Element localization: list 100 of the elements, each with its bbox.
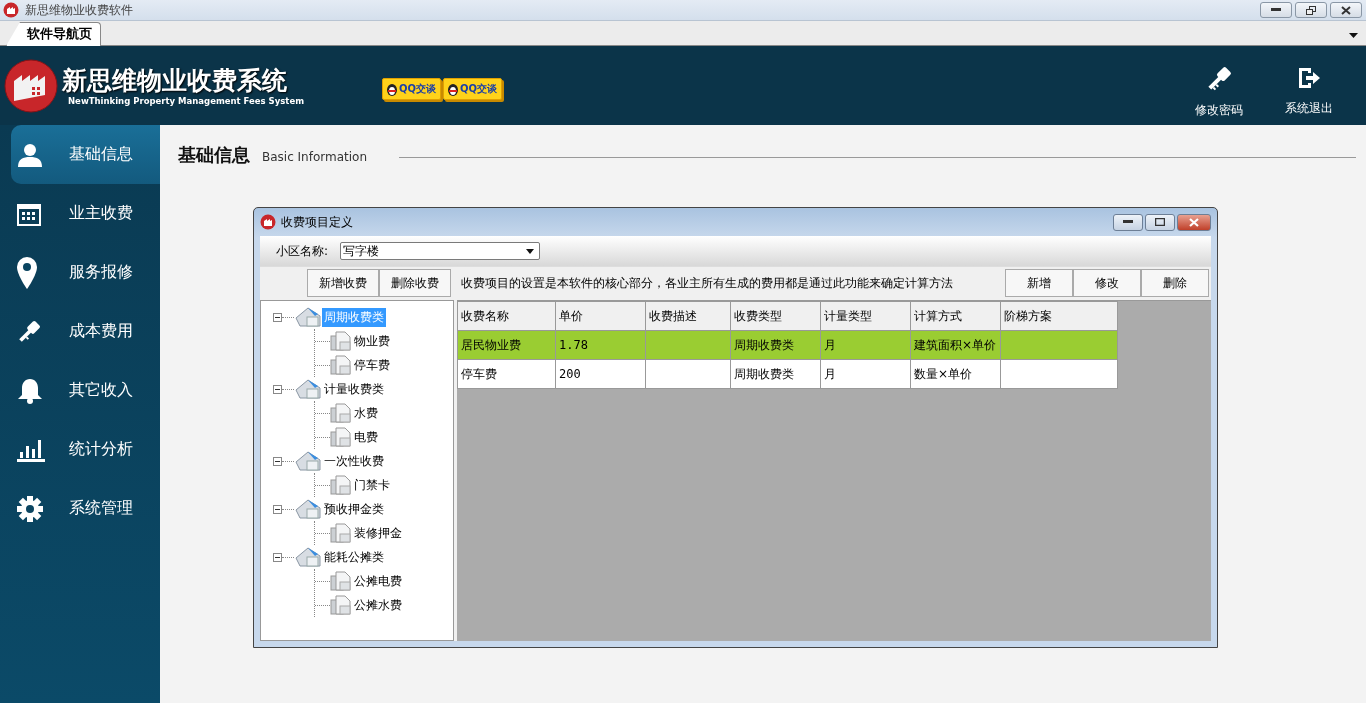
column-header[interactable]: 计算方式 [910, 301, 1001, 331]
restore-icon [1306, 5, 1316, 15]
toolbar-button[interactable]: 修改 [1073, 269, 1141, 297]
folder-icon [294, 450, 322, 472]
document-icon [330, 475, 352, 495]
maximize-icon [1155, 218, 1165, 226]
tree-item[interactable]: 计量收费类 [322, 379, 386, 399]
sidebar-item[interactable]: 系统管理 [11, 479, 160, 538]
table-cell: 200 [555, 359, 646, 389]
tree-item[interactable]: 装修押金 [352, 523, 404, 543]
table-cell: 月 [820, 330, 911, 360]
sidebar-item[interactable]: 统计分析 [11, 420, 160, 479]
restore-button[interactable] [1295, 2, 1327, 18]
minimize-icon [1271, 8, 1281, 12]
tree-item[interactable]: 能耗公摊类 [322, 547, 386, 567]
key-icon [1206, 66, 1232, 92]
section-title: 基础信息 [178, 143, 250, 167]
tab[interactable]: 软件导航页 [6, 22, 101, 46]
folder-icon [294, 306, 322, 328]
dropdown-arrow-icon[interactable] [1349, 33, 1358, 38]
table-cell: 周期收费类 [730, 330, 821, 360]
table-cell: 数量×单价 [910, 359, 1001, 389]
document-icon [330, 523, 352, 543]
location-pin-icon [17, 256, 37, 289]
hint-text: 收费项目的设置是本软件的核心部分，各业主所有生成的费用都是通过此功能来确定计算方法 [461, 274, 953, 292]
collapse-toggle-icon[interactable] [273, 384, 282, 394]
table-cell: 1.78 [555, 330, 646, 360]
toolbar-button[interactable]: 新增收费 [307, 269, 379, 297]
document-icon [330, 331, 352, 351]
tree-item[interactable]: 公摊电费 [352, 571, 404, 591]
window-title: 新思维物业收费软件 [25, 1, 134, 19]
folder-icon [294, 546, 322, 568]
app-logo-icon [260, 214, 276, 230]
tree-item[interactable]: 公摊水费 [352, 595, 404, 615]
table-cell: 建筑面积×单价 [910, 330, 1001, 360]
table-row[interactable]: 居民物业费 1.78 周期收费类 月 建筑面积×单价 [457, 330, 1118, 360]
tree-item[interactable]: 门禁卡 [352, 475, 392, 495]
toolbar-button[interactable]: 新增 [1005, 269, 1073, 297]
document-icon [330, 403, 352, 423]
sidebar-item[interactable]: 其它收入 [11, 361, 160, 420]
app-title: 新思维物业收费系统 [62, 65, 288, 96]
bar-chart-icon [17, 437, 45, 462]
minimize-icon [1123, 220, 1133, 224]
gear-icon [17, 495, 43, 522]
tree-item[interactable]: 水费 [352, 403, 380, 423]
minimize-button[interactable] [1113, 213, 1143, 231]
close-icon [1189, 217, 1199, 227]
section-subtitle: Basic Information [262, 149, 368, 164]
column-header[interactable]: 单价 [555, 301, 646, 331]
app-subtitle: NewThinking Property Management Fees System [68, 95, 306, 106]
exit-icon [1297, 66, 1321, 90]
collapse-toggle-icon[interactable] [273, 552, 282, 562]
tree-item[interactable]: 停车费 [352, 355, 392, 375]
header-action-button[interactable]: 系统退出 [1264, 66, 1354, 119]
sidebar-item[interactable]: 成本费用 [11, 302, 160, 361]
column-header[interactable]: 收费类型 [730, 301, 821, 331]
maximize-button[interactable] [1145, 213, 1175, 231]
collapse-toggle-icon[interactable] [273, 504, 282, 514]
document-icon [330, 427, 352, 447]
collapse-toggle-icon[interactable] [273, 312, 282, 322]
community-label: 小区名称: [276, 242, 329, 260]
toolbar-button[interactable]: 删除收费 [379, 269, 451, 297]
table-cell: 周期收费类 [730, 359, 821, 389]
app-logo-icon [4, 58, 58, 113]
community-dropdown[interactable]: 写字楼 [340, 242, 541, 260]
key-icon [17, 319, 41, 344]
tree-item[interactable]: 电费 [352, 427, 380, 447]
table-row[interactable]: 停车费 200 周期收费类 月 数量×单价 [457, 359, 1118, 389]
minimize-button[interactable] [1260, 2, 1292, 18]
document-icon [330, 355, 352, 375]
tree-item[interactable]: 物业费 [352, 331, 392, 351]
close-icon [1341, 5, 1351, 15]
table-cell: 居民物业费 [457, 330, 556, 360]
table-cell: 月 [820, 359, 911, 389]
document-icon [330, 595, 352, 615]
table-cell: 停车费 [457, 359, 556, 389]
toolbar-button[interactable]: 删除 [1141, 269, 1209, 297]
app-logo-icon [3, 2, 19, 18]
header-action-button[interactable]: 修改密码 [1174, 66, 1264, 119]
calendar-icon [17, 201, 41, 226]
column-header[interactable]: 阶梯方案 [1000, 301, 1118, 331]
sidebar-item[interactable]: 服务报修 [11, 243, 160, 302]
tree-item[interactable]: 预收押金类 [322, 499, 386, 519]
sidebar-item[interactable]: 基础信息 [11, 125, 160, 184]
user-icon [17, 142, 43, 167]
folder-icon [294, 378, 322, 400]
document-icon [330, 571, 352, 591]
close-button[interactable] [1177, 213, 1211, 231]
bell-icon [17, 377, 43, 404]
column-header[interactable]: 计量类型 [820, 301, 911, 331]
column-header[interactable]: 收费名称 [457, 301, 556, 331]
dropdown-arrow-icon [526, 248, 535, 254]
sidebar-item[interactable]: 业主收费 [11, 184, 160, 243]
qq-chat-button[interactable]: QQ交谈 [382, 77, 441, 100]
close-button[interactable] [1330, 2, 1362, 18]
folder-icon [294, 498, 322, 520]
collapse-toggle-icon[interactable] [273, 456, 282, 466]
qq-chat-button[interactable]: QQ交谈 [443, 77, 503, 100]
column-header[interactable]: 收费描述 [645, 301, 731, 331]
tree-item[interactable]: 一次性收费 [322, 451, 386, 471]
